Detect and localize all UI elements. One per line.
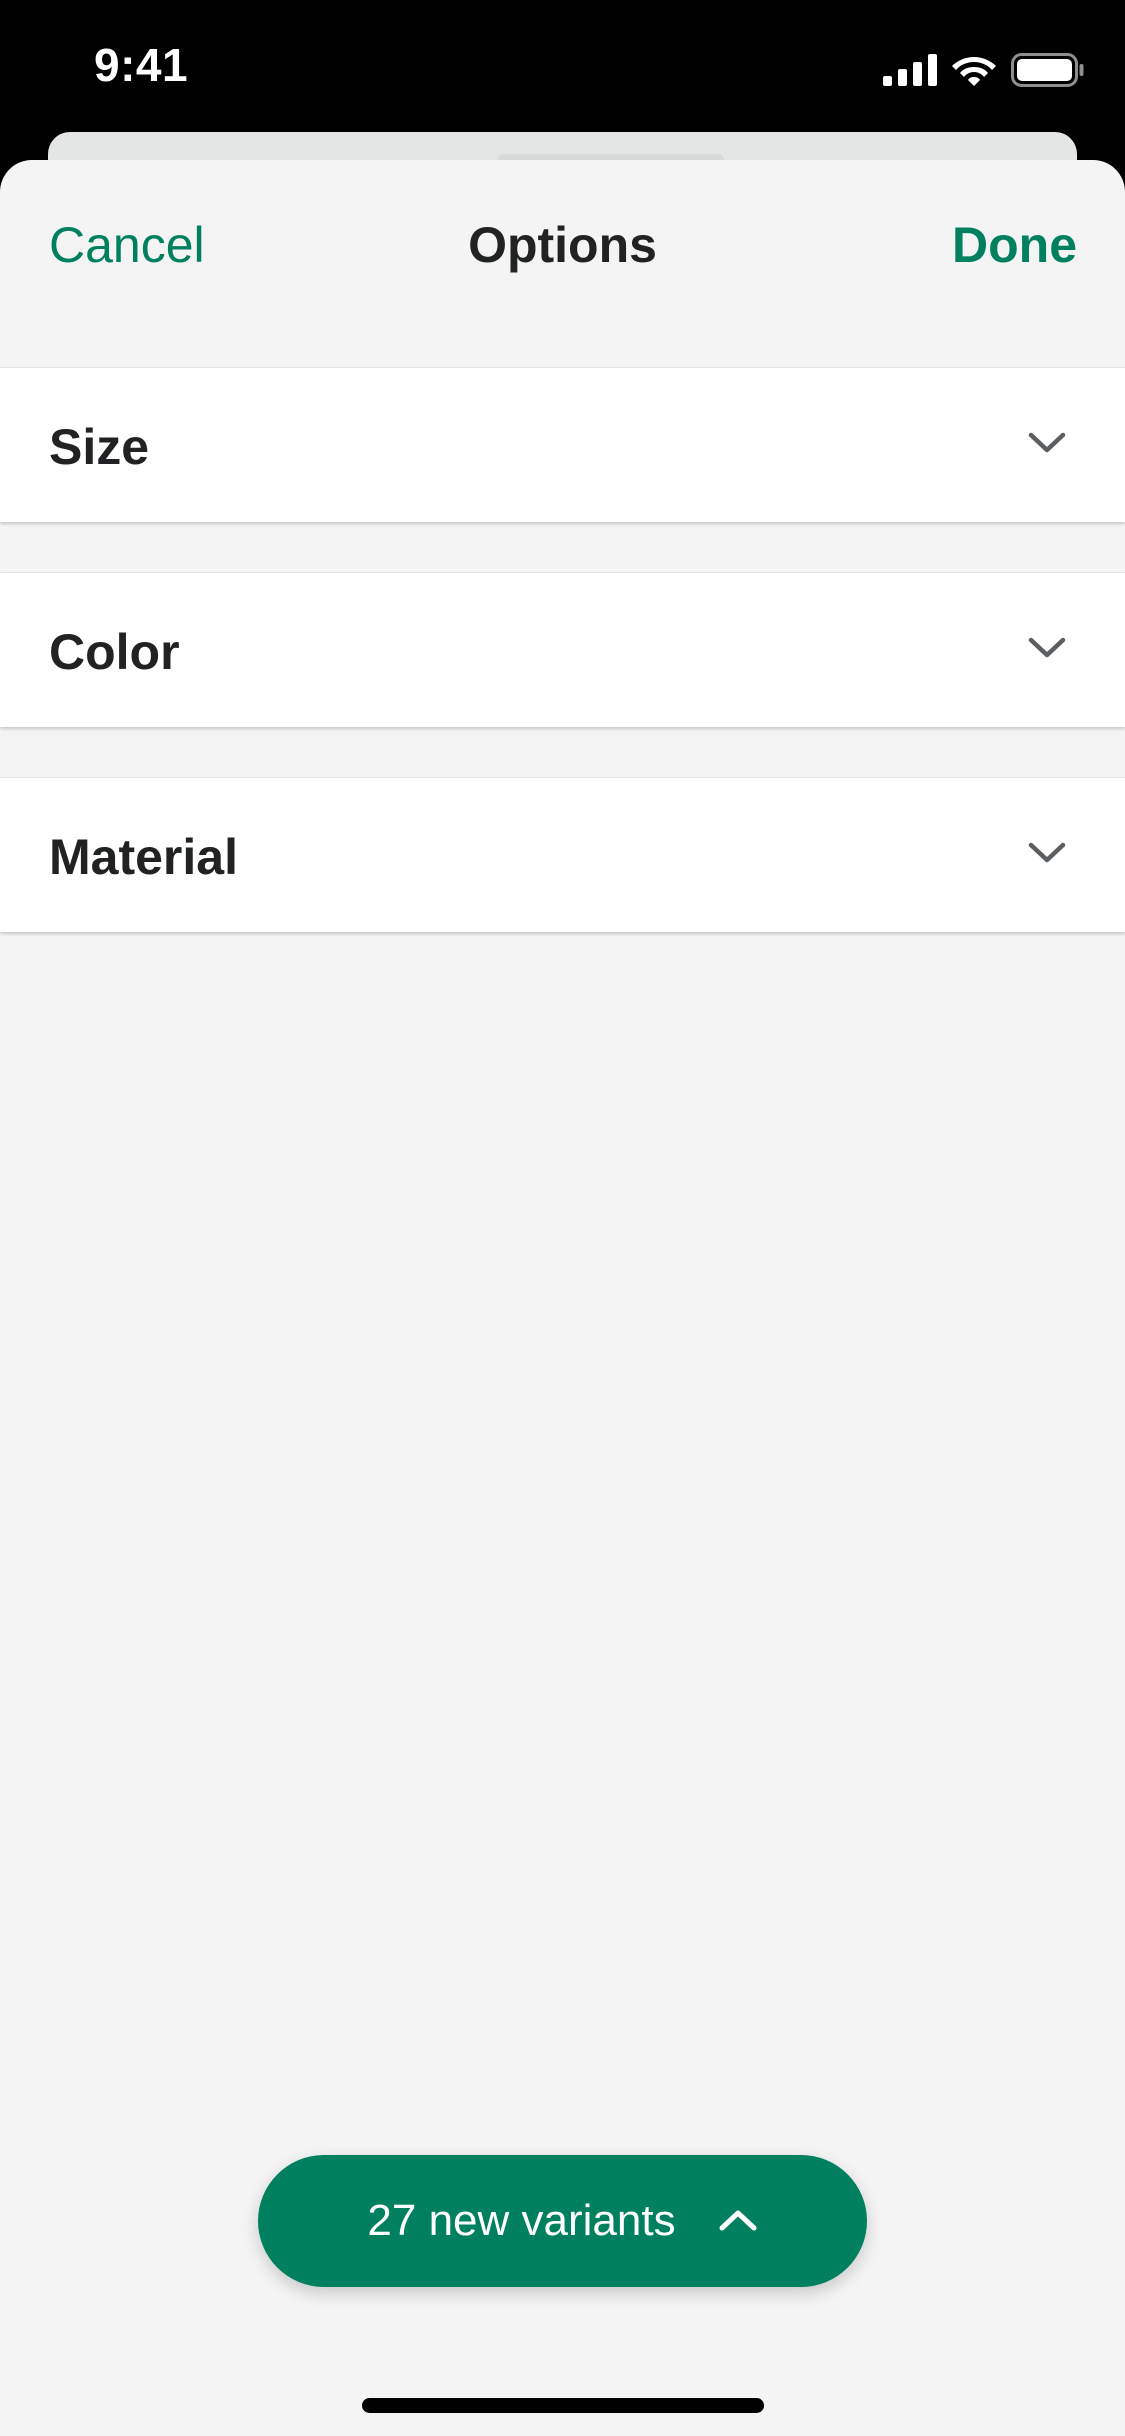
- chevron-down-icon: [1027, 635, 1067, 666]
- option-label: Material: [49, 829, 238, 885]
- status-icons: [883, 50, 1085, 90]
- chevron-down-icon: [1027, 430, 1067, 461]
- wifi-icon: [951, 53, 997, 87]
- status-time: 9:41: [94, 39, 189, 91]
- done-button[interactable]: Done: [952, 216, 1077, 274]
- option-label: Color: [49, 624, 180, 680]
- status-bar: 9:41: [0, 0, 1125, 132]
- chevron-up-icon: [718, 2207, 758, 2236]
- home-indicator: [362, 2398, 764, 2413]
- option-label: Size: [49, 419, 150, 475]
- navigation-bar: Cancel Options Done: [0, 160, 1125, 330]
- option-row-size[interactable]: Size: [0, 367, 1125, 522]
- battery-icon: [1011, 53, 1085, 87]
- chevron-down-icon: [1027, 840, 1067, 871]
- option-row-color[interactable]: Color: [0, 572, 1125, 727]
- new-variants-button[interactable]: 27 new variants: [258, 2155, 867, 2287]
- options-sheet: Cancel Options Done Size Color Material: [0, 160, 1125, 2436]
- new-variants-label: 27 new variants: [367, 2196, 676, 2245]
- option-row-material[interactable]: Material: [0, 777, 1125, 932]
- cellular-signal-icon: [883, 54, 937, 86]
